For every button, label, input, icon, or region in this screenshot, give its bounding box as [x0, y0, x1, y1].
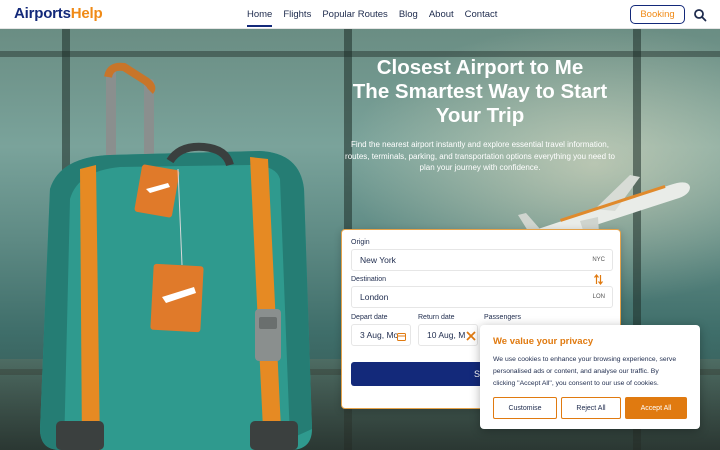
- passengers-label: Passengers: [484, 314, 521, 321]
- return-date-label: Return date: [418, 314, 455, 321]
- booking-button[interactable]: Booking: [630, 5, 685, 24]
- nav-contact[interactable]: Contact: [465, 0, 498, 29]
- hero-title: Closest Airport to Me The Smartest Way t…: [340, 56, 620, 128]
- calendar-icon: [397, 333, 406, 341]
- cookie-text-line: We use cookies to enhance your browsing …: [493, 356, 677, 363]
- cookie-consent-banner: We value your privacy We use cookies to …: [480, 325, 700, 429]
- clear-date-icon[interactable]: [466, 331, 476, 341]
- hero-subtitle: Find the nearest airport instantly and e…: [340, 139, 620, 174]
- cookie-text-line: clicking "Accept All", you consent to ou…: [493, 380, 659, 387]
- nav-home[interactable]: Home: [247, 0, 273, 29]
- destination-input[interactable]: London LON: [351, 286, 613, 308]
- main-nav: Home Flights Popular Routes Blog About C…: [247, 0, 508, 29]
- swap-icon[interactable]: [594, 274, 603, 285]
- origin-input[interactable]: New York NYC: [351, 249, 613, 271]
- logo-text-airports: Airports: [14, 5, 71, 22]
- depart-date-input[interactable]: 3 Aug, Mo: [351, 324, 411, 346]
- nav-blog[interactable]: Blog: [399, 0, 418, 29]
- accept-all-button[interactable]: Accept All: [625, 397, 687, 419]
- hero-subtitle-line: Find the nearest airport instantly and e…: [351, 140, 609, 149]
- destination-code: LON: [592, 294, 605, 300]
- cookie-title: We value your privacy: [493, 336, 594, 347]
- origin-label: Origin: [351, 239, 370, 246]
- top-navbar: AirportsHelp Home Flights Popular Routes…: [0, 0, 720, 29]
- depart-date-label: Depart date: [351, 314, 388, 321]
- reject-all-button[interactable]: Reject All: [561, 397, 621, 419]
- suitcase-illustration: [40, 62, 312, 450]
- logo-text-help: Help: [70, 5, 103, 22]
- nav-popular-routes[interactable]: Popular Routes: [322, 0, 387, 29]
- hero-title-line: Your Trip: [435, 104, 525, 127]
- cookie-text: We use cookies to enhance your browsing …: [493, 354, 689, 390]
- nav-about[interactable]: About: [429, 0, 454, 29]
- origin-value: New York: [360, 255, 396, 265]
- site-logo[interactable]: AirportsHelp: [14, 5, 103, 22]
- depart-date-value: 3 Aug, Mo: [360, 330, 399, 340]
- return-date-value: 10 Aug, M: [427, 330, 465, 340]
- hero-title-line: The Smartest Way to Start: [352, 80, 608, 103]
- customise-button[interactable]: Customise: [493, 397, 557, 419]
- origin-code: NYC: [592, 257, 605, 263]
- hero-subtitle-line: plan your journey with confidence.: [419, 163, 541, 172]
- search-icon[interactable]: [693, 8, 707, 22]
- hero-subtitle-line: routes, terminals, parking, and transpor…: [345, 151, 615, 161]
- cookie-text-line: personalised ads or content, and analyse…: [493, 368, 659, 375]
- nav-flights[interactable]: Flights: [283, 0, 311, 29]
- destination-value: London: [360, 292, 389, 302]
- hero-title-line: Closest Airport to Me: [376, 56, 584, 79]
- destination-label: Destination: [351, 276, 387, 283]
